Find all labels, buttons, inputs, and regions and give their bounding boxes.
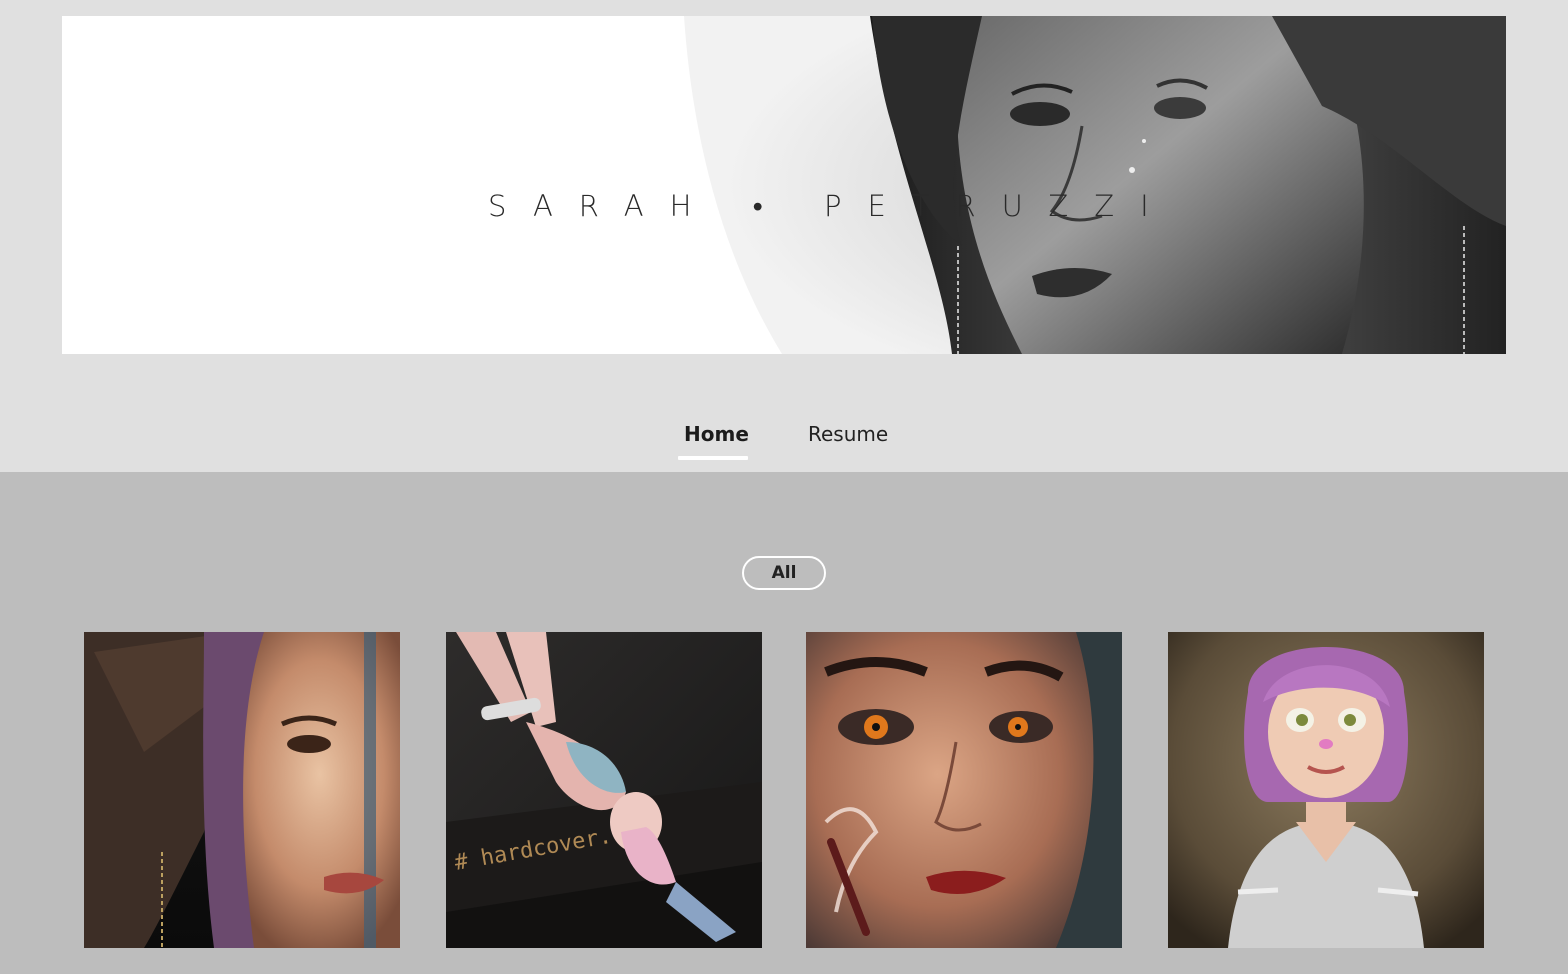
fiery-eyes-image (806, 632, 1122, 948)
pinup-image: # hardcover. (446, 632, 762, 948)
cartoon-girl-image (1168, 632, 1484, 948)
banner: SARAH • PETRUZZI (62, 16, 1506, 354)
filter-all-button[interactable]: All (742, 556, 826, 590)
gallery-item-fiery-eyes[interactable] (806, 632, 1122, 948)
nav-tab-home[interactable]: Home (684, 420, 749, 460)
main-nav: Home Resume (0, 414, 1568, 464)
header-area: SARAH • PETRUZZI Home Resume (0, 0, 1568, 472)
gallery-item-cartoon-girl[interactable] (1168, 632, 1484, 948)
nav-active-indicator (678, 456, 748, 460)
nav-tab-resume[interactable]: Resume (808, 420, 888, 460)
gallery-item-bunny-pinup[interactable]: # hardcover. (446, 632, 762, 948)
site-title: SARAH • PETRUZZI (488, 189, 1175, 223)
portrait-image (84, 632, 400, 948)
gallery-item-headdress-portrait[interactable] (84, 632, 400, 948)
banner-artwork (684, 16, 1506, 354)
